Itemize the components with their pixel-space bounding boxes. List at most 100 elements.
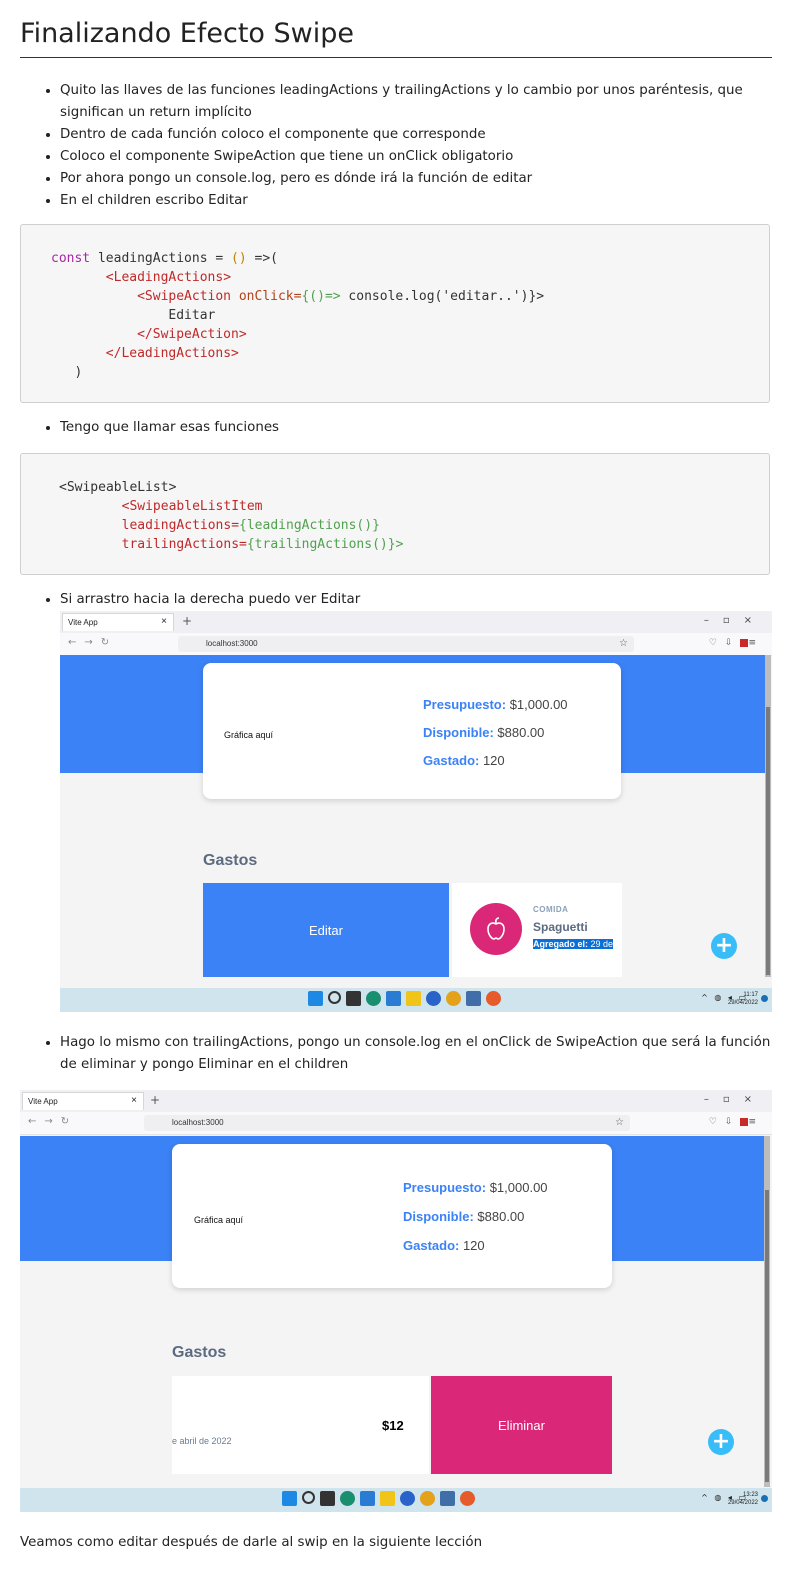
list-item: Quito las llaves de las funciones leadin… <box>60 80 772 124</box>
close-icon[interactable]: × <box>161 616 167 627</box>
delete-swipe-action[interactable]: Eliminar <box>431 1376 612 1474</box>
code-token: leadingActions= <box>121 518 240 533</box>
browser-navbar: ←→↻ localhost:3000 ☆ ♡⇩ ≡ <box>60 633 772 656</box>
url-text: localhost:3000 <box>172 1118 224 1127</box>
star-icon[interactable]: ☆ <box>615 1117 624 1128</box>
date-label: Agregado el: <box>533 939 589 949</box>
notepad-icon[interactable] <box>466 991 481 1006</box>
new-tab-icon[interactable]: + <box>182 614 192 628</box>
stat-label: Disponible: <box>423 725 494 740</box>
taskbar-clock: 11:17 29/04/2022 <box>728 991 758 1007</box>
star-icon[interactable]: ☆ <box>619 638 628 649</box>
folder-icon[interactable] <box>380 1491 395 1506</box>
taskbar-icons[interactable] <box>282 1491 475 1506</box>
window-controls[interactable]: –▫× <box>704 615 766 626</box>
code-token: trailingActions= <box>121 537 247 552</box>
task-view-icon[interactable] <box>346 991 361 1006</box>
browser-tab[interactable]: Vite App × <box>22 1092 144 1110</box>
code-token: =>( <box>246 251 279 266</box>
code-token: {()=> <box>301 289 341 304</box>
taskbar: ^ ◍ ◂ ▭ 11:17 29/04/2022 <box>60 988 772 1012</box>
stat-value: $880.00 <box>473 1209 525 1224</box>
expense-item[interactable]: COMIDA Spaguetti Agregado el: 29 de <box>452 883 622 977</box>
expense-date: Agregado el: 29 de <box>533 939 614 949</box>
notification-icon[interactable] <box>761 1495 768 1502</box>
folder-icon[interactable] <box>406 991 421 1006</box>
firefox-icon[interactable] <box>460 1491 475 1506</box>
code-token: const <box>51 251 91 266</box>
bullet-list-2: Tengo que llamar esas funciones <box>20 417 772 439</box>
edge-icon[interactable] <box>366 991 381 1006</box>
windows-icon[interactable] <box>308 991 323 1006</box>
chrome-icon[interactable] <box>420 1491 435 1506</box>
windows-icon[interactable] <box>282 1491 297 1506</box>
url-bar[interactable]: localhost:3000 ☆ <box>178 636 634 652</box>
tab-title: Vite App <box>28 1097 58 1106</box>
list-item: Por ahora pongo un console.log, pero es … <box>60 168 772 190</box>
browser-navbar: ←→↻ localhost:3000 ☆ ♡⇩ ≡ <box>20 1112 772 1135</box>
expense-date: e abril de 2022 <box>172 1436 232 1446</box>
expense-item[interactable]: $12 e abril de 2022 <box>172 1376 429 1474</box>
list-item: Hago lo mismo con trailingActions, pongo… <box>60 1032 772 1076</box>
nav-buttons-icon[interactable]: ←→↻ <box>68 637 117 648</box>
stat-label: Gastado: <box>403 1238 460 1253</box>
add-expense-button[interactable]: + <box>711 933 737 959</box>
close-icon[interactable]: × <box>131 1095 137 1106</box>
list-item: Si arrastro hacia la derecha puedo ver E… <box>60 589 772 611</box>
edge-icon[interactable] <box>340 1491 355 1506</box>
new-tab-icon[interactable]: + <box>150 1093 160 1107</box>
code-token: <SwipeableListItem <box>121 499 263 514</box>
stat-label: Disponible: <box>403 1209 474 1224</box>
clock-date: 29/04/2022 <box>727 1500 758 1506</box>
edit-swipe-action[interactable]: Editar <box>203 883 449 977</box>
url-text: localhost:3000 <box>206 639 258 648</box>
taskbar-icons[interactable] <box>308 991 501 1006</box>
browser-tab[interactable]: Vite App × <box>62 613 174 631</box>
window-controls[interactable]: –▫× <box>704 1094 766 1105</box>
browser-tabbar: Vite App × + –▫× <box>60 611 772 633</box>
code-token: </SwipeAction> <box>137 327 247 342</box>
scrollbar[interactable] <box>765 655 771 977</box>
taskbar-clock: 13:23 29/04/2022 <box>728 1491 758 1507</box>
add-expense-button[interactable]: + <box>708 1429 734 1455</box>
task-view-icon[interactable] <box>320 1491 335 1506</box>
expense-category: COMIDA <box>533 905 569 914</box>
stat-label: Presupuesto: <box>403 1180 487 1195</box>
url-bar[interactable]: localhost:3000 ☆ <box>144 1115 630 1131</box>
screenshot-edit: Vite App × + –▫× ←→↻ localhost:3000 ☆ ♡⇩ ≡… <box>60 611 772 1012</box>
chrome-icon[interactable] <box>446 991 461 1006</box>
browser-icon[interactable] <box>426 991 441 1006</box>
nav-buttons-icon[interactable]: ←→↻ <box>28 1116 77 1127</box>
taskbar: ^ ◍ ◂ ▭ 13:23 29/04/2022 <box>20 1488 772 1512</box>
firefox-icon[interactable] <box>486 991 501 1006</box>
search-icon[interactable] <box>328 991 341 1004</box>
scrollbar[interactable] <box>764 1136 770 1487</box>
code-token: </LeadingActions> <box>105 346 239 361</box>
code-token: <LeadingActions> <box>105 270 232 285</box>
list-item: Dentro de cada función coloco el compone… <box>60 124 772 146</box>
stat-label: Gastado: <box>423 753 480 768</box>
presupuesto-stat: Presupuesto: $1,000.00 <box>403 1180 548 1195</box>
search-icon[interactable] <box>302 1491 315 1504</box>
browser-icon[interactable] <box>400 1491 415 1506</box>
notepad-icon[interactable] <box>440 1491 455 1506</box>
code-block-swipeable-list: <SwipeableList> <SwipeableListItem leadi… <box>20 453 770 575</box>
code-token: Editar <box>168 308 216 323</box>
notification-icon[interactable] <box>761 995 768 1002</box>
code-token: leadingActions = <box>90 251 232 266</box>
list-item: Coloco el componente SwipeAction que tie… <box>60 146 772 168</box>
vscode-icon[interactable] <box>360 1491 375 1506</box>
code-token: ) <box>74 365 83 380</box>
presupuesto-stat: Presupuesto: $1,000.00 <box>423 697 568 712</box>
stat-value: $1,000.00 <box>486 1180 548 1195</box>
footer-text: Veamos como editar después de darle al s… <box>20 1535 483 1550</box>
clock-time: 13:23 <box>742 1492 758 1498</box>
date-value: 29 de <box>588 939 614 949</box>
gastos-heading: Gastos <box>203 852 258 869</box>
disponible-stat: Disponible: $880.00 <box>403 1209 524 1224</box>
list-item: En el children escribo Editar <box>60 190 772 212</box>
browser-tabbar: Vite App × + –▫× <box>20 1090 772 1112</box>
toolbar-icons[interactable]: ♡⇩ ≡ <box>709 1117 764 1127</box>
toolbar-icons[interactable]: ♡⇩ ≡ <box>709 638 764 648</box>
vscode-icon[interactable] <box>386 991 401 1006</box>
